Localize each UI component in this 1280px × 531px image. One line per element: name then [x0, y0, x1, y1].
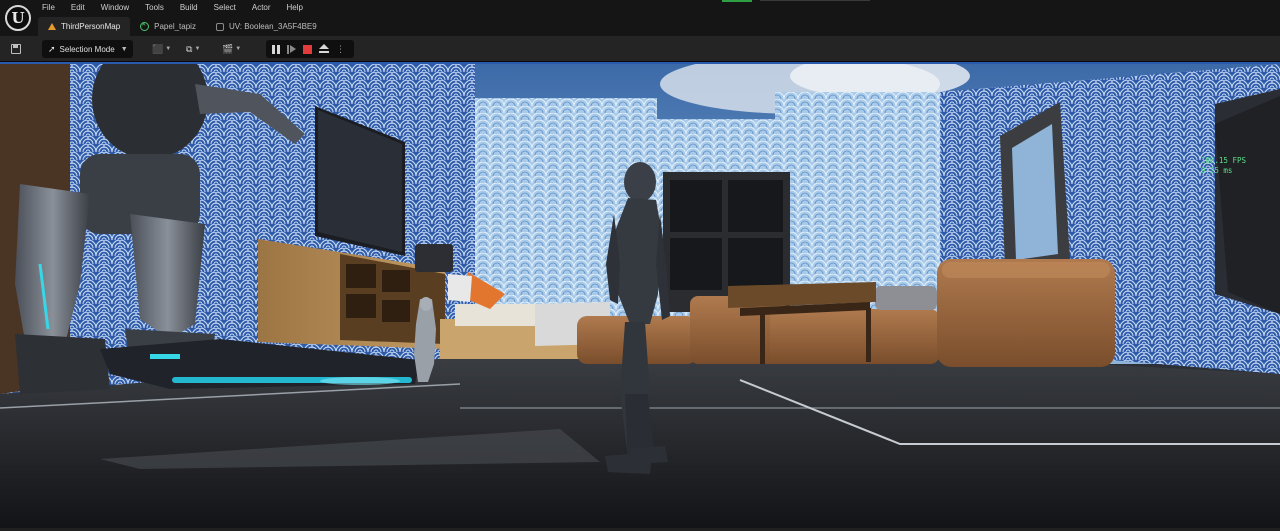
tab-label: UV: Boolean_3A5F4BE9: [228, 22, 317, 31]
menu-actor[interactable]: Actor: [252, 1, 271, 14]
chevron-down-icon: ▼: [120, 45, 128, 53]
save-icon: [11, 44, 21, 54]
save-button[interactable]: [8, 41, 24, 57]
more-options-icon[interactable]: ⋮: [336, 44, 345, 55]
menu-help[interactable]: Help: [287, 1, 303, 14]
tab-thirdpersonmap[interactable]: ThirdPersonMap: [38, 17, 131, 36]
title-divider: [760, 0, 870, 1]
cursor-icon: ➚: [48, 43, 56, 54]
level-viewport[interactable]: 108.15 FPS 9.25 ms: [0, 62, 1280, 528]
play-controls: ⋮: [266, 40, 354, 58]
main-toolbar: ➚ Selection Mode ▼ ⬛ ▼ ⧉ ▼ 🎬 ▼ ⋮: [0, 36, 1280, 62]
chevron-down-icon: ▼: [165, 46, 172, 52]
tab-label: Papel_tapiz: [154, 22, 196, 31]
selection-mode-label: Selection Mode: [59, 44, 115, 54]
chevron-down-icon: ▼: [194, 46, 201, 52]
blueprint-icon: ⧉: [186, 43, 193, 54]
advance-frame-icon[interactable]: [287, 44, 296, 54]
fps-readout: 108.15 FPS: [1200, 156, 1246, 165]
material-icon: [140, 21, 150, 31]
menu-file[interactable]: File: [42, 1, 55, 14]
cinematics-button[interactable]: 🎬 ▼: [222, 41, 241, 57]
cube-add-icon: ⬛: [152, 43, 164, 54]
play-indicator: [722, 0, 752, 2]
tab-label: ThirdPersonMap: [61, 22, 121, 31]
pause-icon[interactable]: [272, 44, 280, 54]
clapper-icon: 🎬: [222, 43, 234, 54]
frame-time-readout: 9.25 ms: [1200, 166, 1233, 175]
title-bar: U File Edit Window Tools Build Select Ac…: [0, 0, 1280, 36]
menu-select[interactable]: Select: [214, 1, 236, 14]
fps-stats: 108.15 FPS 9.25 ms: [1201, 156, 1246, 176]
chevron-down-icon: ▼: [235, 46, 242, 52]
uv-icon: [215, 22, 224, 31]
unreal-logo-icon[interactable]: U: [5, 5, 31, 31]
add-content-button[interactable]: ⬛ ▼: [152, 41, 171, 57]
tab-papel-tapiz[interactable]: Papel_tapiz: [130, 17, 206, 36]
eject-icon[interactable]: [319, 44, 329, 54]
menu-tools[interactable]: Tools: [145, 1, 164, 14]
tab-uv-boolean[interactable]: UV: Boolean_3A5F4BE9: [206, 17, 327, 36]
menu-build[interactable]: Build: [180, 1, 198, 14]
scene-render: [0, 64, 1280, 528]
menu-window[interactable]: Window: [101, 1, 129, 14]
selection-mode-dropdown[interactable]: ➚ Selection Mode ▼: [42, 40, 133, 58]
document-tabs: ThirdPersonMap Papel_tapiz UV: Boolean_3…: [38, 17, 327, 36]
stop-icon[interactable]: [303, 44, 312, 54]
menu-edit[interactable]: Edit: [71, 1, 85, 14]
menu-bar: File Edit Window Tools Build Select Acto…: [42, 1, 319, 14]
blueprint-button[interactable]: ⧉ ▼: [186, 41, 200, 57]
level-icon: [48, 23, 56, 30]
